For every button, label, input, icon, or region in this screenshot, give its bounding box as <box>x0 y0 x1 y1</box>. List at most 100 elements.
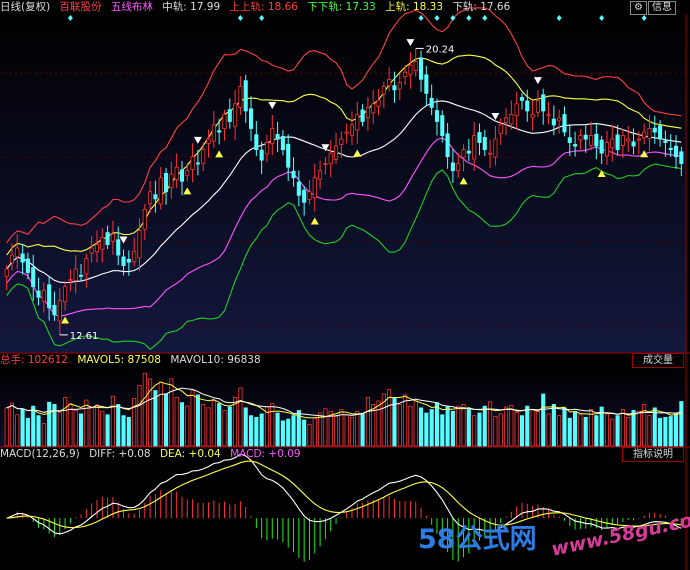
candle <box>9 254 15 264</box>
volume-bar <box>105 414 110 447</box>
candle <box>84 258 89 275</box>
period-label[interactable]: 日线(复权) <box>0 1 50 13</box>
candle <box>445 133 450 158</box>
candle <box>296 181 301 196</box>
volume-bar <box>217 403 222 447</box>
watermark-brand: 58公式网 <box>418 524 537 555</box>
candle <box>567 137 572 143</box>
candle <box>280 135 285 150</box>
indicator-help-button[interactable]: 指标说明 <box>622 447 684 462</box>
volume-bar <box>594 415 599 447</box>
volume-bar <box>169 378 174 447</box>
volume-bar <box>286 418 291 447</box>
volume-bar <box>610 418 615 447</box>
volume-bar <box>535 410 540 447</box>
volume-bar <box>551 403 556 447</box>
settings-icon[interactable]: ⚙ <box>630 1 647 15</box>
volume-bar <box>397 403 402 447</box>
volume-bar <box>620 409 625 447</box>
candle <box>403 71 408 78</box>
candle <box>578 135 583 141</box>
candle <box>15 247 20 258</box>
indicator-name[interactable]: 五线布林 <box>111 1 153 13</box>
candle <box>116 239 121 256</box>
candle <box>365 107 370 119</box>
volume-bar <box>243 407 248 447</box>
volume-bar <box>15 414 20 447</box>
candle <box>488 152 493 155</box>
candle <box>673 145 679 158</box>
volume-bar <box>195 394 200 447</box>
candle <box>509 114 514 125</box>
candle <box>153 194 158 200</box>
candle <box>248 108 254 129</box>
upper-value: 上轨: 18.33 <box>385 1 444 13</box>
candle <box>185 170 190 176</box>
volume-bar <box>392 397 397 447</box>
main-panel-bg <box>0 14 686 353</box>
volume-bar <box>498 413 503 447</box>
stock-name: 百联股份 <box>59 1 102 13</box>
candle <box>360 109 365 122</box>
volume-bar <box>450 410 455 447</box>
candle <box>604 142 610 157</box>
candle <box>344 131 349 134</box>
volume-bar <box>349 416 355 447</box>
candle <box>663 140 668 143</box>
volume-bar <box>578 414 583 447</box>
macd-header: MACD(12,26,9) DIFF: +0.08 DEA: +0.04 MAC… <box>0 447 307 461</box>
volume-bar <box>302 419 307 447</box>
candle <box>254 134 259 151</box>
volume-bar <box>73 410 78 447</box>
volume-bar <box>153 390 158 447</box>
volume-bar <box>429 409 434 447</box>
volume-bar <box>461 403 466 447</box>
candle <box>557 117 562 121</box>
candle <box>456 163 461 172</box>
volume-bar <box>36 415 41 447</box>
candle <box>217 130 222 133</box>
volume-indicator-button[interactable]: 成交量 <box>632 353 684 368</box>
candle <box>238 85 243 108</box>
candle <box>503 117 509 123</box>
candle <box>461 149 466 158</box>
candle <box>434 110 440 122</box>
candle <box>658 125 663 140</box>
candle <box>100 237 105 250</box>
macd-title[interactable]: MACD(12,26,9) <box>0 448 80 460</box>
volume-bar <box>503 406 509 447</box>
candle <box>47 284 52 309</box>
volume-bar <box>514 411 519 447</box>
volume-bar <box>291 415 296 447</box>
volume-bar <box>376 400 381 447</box>
candle <box>546 114 551 116</box>
volume-bar <box>259 413 264 447</box>
candle <box>349 124 355 136</box>
candle <box>588 135 594 146</box>
candle <box>233 103 238 127</box>
candle <box>397 82 402 90</box>
candle <box>376 99 381 107</box>
candle <box>73 268 78 281</box>
volume-bar <box>466 409 471 447</box>
volume-bar <box>403 394 408 447</box>
candle <box>610 138 615 149</box>
volume-bar <box>142 372 147 447</box>
candle <box>418 57 424 80</box>
volume-bar <box>318 412 323 447</box>
candle <box>525 100 530 112</box>
candle <box>275 134 280 140</box>
volume-bar <box>280 420 285 447</box>
volume-bar <box>604 413 610 447</box>
info-button[interactable]: 信息 <box>648 1 676 15</box>
candle <box>52 304 57 316</box>
candle <box>392 85 397 91</box>
volume-bar <box>78 413 84 447</box>
candle <box>291 170 296 179</box>
volume-bar <box>222 410 227 447</box>
candle <box>227 109 232 122</box>
candle <box>482 137 487 151</box>
volume-bar <box>174 397 179 447</box>
volume-bar <box>567 417 572 447</box>
candle <box>615 134 620 150</box>
